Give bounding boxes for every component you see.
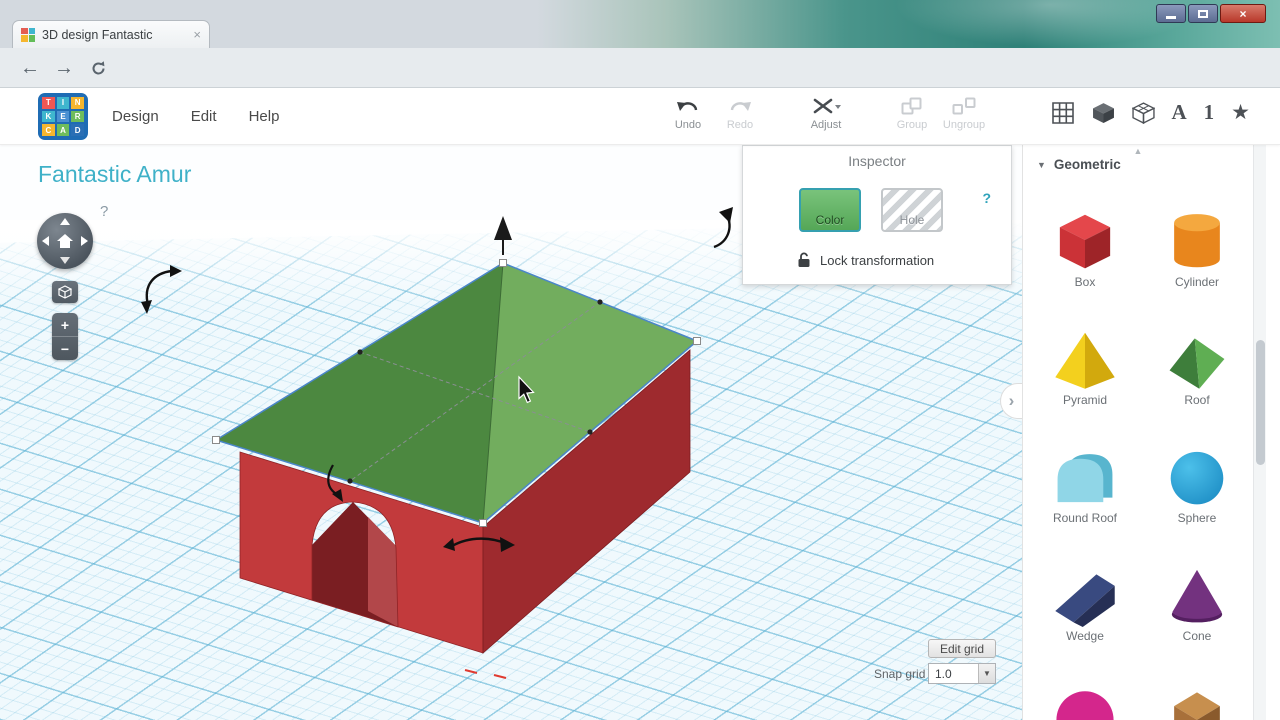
reload-icon: [90, 60, 107, 77]
scroll-up-arrow-icon[interactable]: ▲: [1023, 146, 1253, 156]
logo-tile: E: [57, 111, 70, 123]
tab-favicon-icon: [21, 28, 35, 42]
ungroup-icon: [952, 96, 976, 116]
favorites-star-icon[interactable]: ★: [1231, 100, 1250, 125]
mesh-box-icon[interactable]: [1132, 101, 1155, 124]
tab-title: 3D design Fantastic: [42, 28, 186, 42]
shape-item-cone[interactable]: Cone: [1141, 549, 1253, 667]
geometric-section-header[interactable]: ▼ Geometric: [1037, 157, 1121, 172]
workplane-grid-icon[interactable]: [1051, 101, 1075, 125]
screen: 3D design Fantastic × × ← → https://tink…: [0, 0, 1280, 720]
scale-handle[interactable]: [694, 338, 701, 345]
shape-item-roof[interactable]: Roof: [1141, 313, 1253, 431]
shape-item-torus[interactable]: [1029, 667, 1141, 720]
color-swatch-button[interactable]: Color: [799, 188, 861, 232]
snap-grid-dropdown[interactable]: 1.0 ▼: [928, 663, 996, 684]
edit-tools: Undo Redo Adjust: [662, 96, 990, 131]
group-button[interactable]: Group: [886, 96, 938, 131]
snap-grid-label: Snap grid: [874, 667, 925, 681]
solid-box-icon[interactable]: [1092, 101, 1115, 124]
header-icon-bar: A 1 ★: [1051, 100, 1251, 125]
hole-swatch-button[interactable]: Hole: [881, 188, 943, 232]
back-button[interactable]: ←: [16, 48, 44, 88]
logo-tile: C: [42, 124, 55, 136]
hex-prism-shape-icon: [1160, 681, 1234, 720]
logo-tile: N: [71, 97, 84, 109]
padlock-icon: [797, 252, 811, 268]
adjust-icon: [811, 96, 841, 116]
logo-tile: R: [71, 111, 84, 123]
number-1-icon[interactable]: 1: [1204, 100, 1215, 125]
pyramid-shape-icon: [1048, 327, 1122, 391]
shape-item-cylinder[interactable]: Cylinder: [1141, 195, 1253, 313]
dropdown-arrow-icon: ▼: [978, 664, 995, 683]
close-button[interactable]: ×: [1220, 4, 1266, 23]
shape-library-sidebar: ▲ ▼ Geometric Box Cylinder: [1022, 145, 1280, 720]
house-model[interactable]: [216, 263, 697, 653]
letter-a-icon[interactable]: A: [1172, 100, 1187, 125]
logo-tile: T: [42, 97, 55, 109]
logo-tile: A: [57, 124, 70, 136]
redo-button[interactable]: Redo: [714, 96, 766, 131]
tinkercad-header: TIN KER CAD Design Edit Help Undo Redo: [0, 88, 1280, 145]
shape-item-sphere[interactable]: Sphere: [1141, 431, 1253, 549]
sphere-shape-icon: [1160, 445, 1234, 509]
window-controls: ×: [1156, 4, 1266, 23]
app-menu: Design Edit Help: [112, 88, 279, 145]
cone-shape-icon: [1160, 563, 1234, 627]
menu-edit[interactable]: Edit: [191, 108, 217, 125]
inspector-title: Inspector: [743, 153, 1011, 169]
logo-tile: K: [42, 111, 55, 123]
wedge-shape-icon: [1048, 563, 1122, 627]
tab-close-icon[interactable]: ×: [193, 28, 201, 41]
group-icon: [901, 96, 923, 116]
box-shape-icon: [1048, 209, 1122, 273]
shape-item-wedge[interactable]: Wedge: [1029, 549, 1141, 667]
undo-button[interactable]: Undo: [662, 96, 714, 131]
shape-item-pyramid[interactable]: Pyramid: [1029, 313, 1141, 431]
scale-handle[interactable]: [500, 260, 507, 267]
minimize-icon: [1166, 16, 1176, 19]
reload-button[interactable]: [84, 48, 112, 88]
snap-tick-marks: [465, 670, 506, 678]
tinkercad-logo[interactable]: TIN KER CAD: [38, 93, 88, 140]
shape-item-box[interactable]: Box: [1029, 195, 1141, 313]
design-canvas[interactable]: Fantastic Amur ? + −: [0, 145, 1022, 720]
raise-handle-icon[interactable]: [494, 216, 512, 255]
shape-item-round-roof[interactable]: Round Roof: [1029, 431, 1141, 549]
lock-transformation-toggle[interactable]: Lock transformation: [797, 252, 934, 268]
maximize-icon: [1198, 10, 1208, 18]
snap-grid-value: 1.0: [929, 667, 978, 681]
browser-toolbar: ← → https://tinkercad.com/things/bbhwOIb…: [0, 48, 1280, 88]
edit-grid-button[interactable]: Edit grid: [928, 639, 996, 658]
inspector-panel: Inspector Color Hole ? Lock transformati…: [742, 145, 1012, 285]
scrollbar-thumb[interactable]: [1256, 340, 1265, 465]
cylinder-shape-icon: [1160, 209, 1234, 273]
undo-icon: [676, 96, 700, 116]
maximize-button[interactable]: [1188, 4, 1218, 23]
shape-grid: Box Cylinder Pyramid: [1029, 195, 1253, 720]
shape-item-hex-prism[interactable]: [1141, 667, 1253, 720]
roof-shape-icon: [1160, 327, 1234, 391]
logo-tile: D: [71, 124, 84, 136]
minimize-button[interactable]: [1156, 4, 1186, 23]
forward-button[interactable]: →: [50, 48, 78, 88]
section-caret-icon: ▼: [1037, 160, 1046, 170]
menu-help[interactable]: Help: [249, 108, 280, 125]
round-roof-shape-icon: [1048, 445, 1122, 509]
inspector-help-icon[interactable]: ?: [982, 190, 991, 206]
browser-titlebar: 3D design Fantastic × ×: [0, 0, 1280, 48]
scale-handle[interactable]: [480, 520, 487, 527]
rotate-handle-left-icon[interactable]: [141, 265, 182, 314]
ungroup-button[interactable]: Ungroup: [938, 96, 990, 131]
adjust-button[interactable]: Adjust: [800, 96, 852, 131]
sidebar-scrollbar[interactable]: [1253, 145, 1266, 720]
rotate-handle-top-icon[interactable]: [714, 207, 733, 247]
menu-design[interactable]: Design: [112, 108, 159, 125]
logo-tile: I: [57, 97, 70, 109]
browser-tab[interactable]: 3D design Fantastic ×: [12, 20, 210, 48]
torus-shape-icon: [1048, 681, 1122, 720]
scale-handle[interactable]: [213, 437, 220, 444]
redo-icon: [728, 96, 752, 116]
